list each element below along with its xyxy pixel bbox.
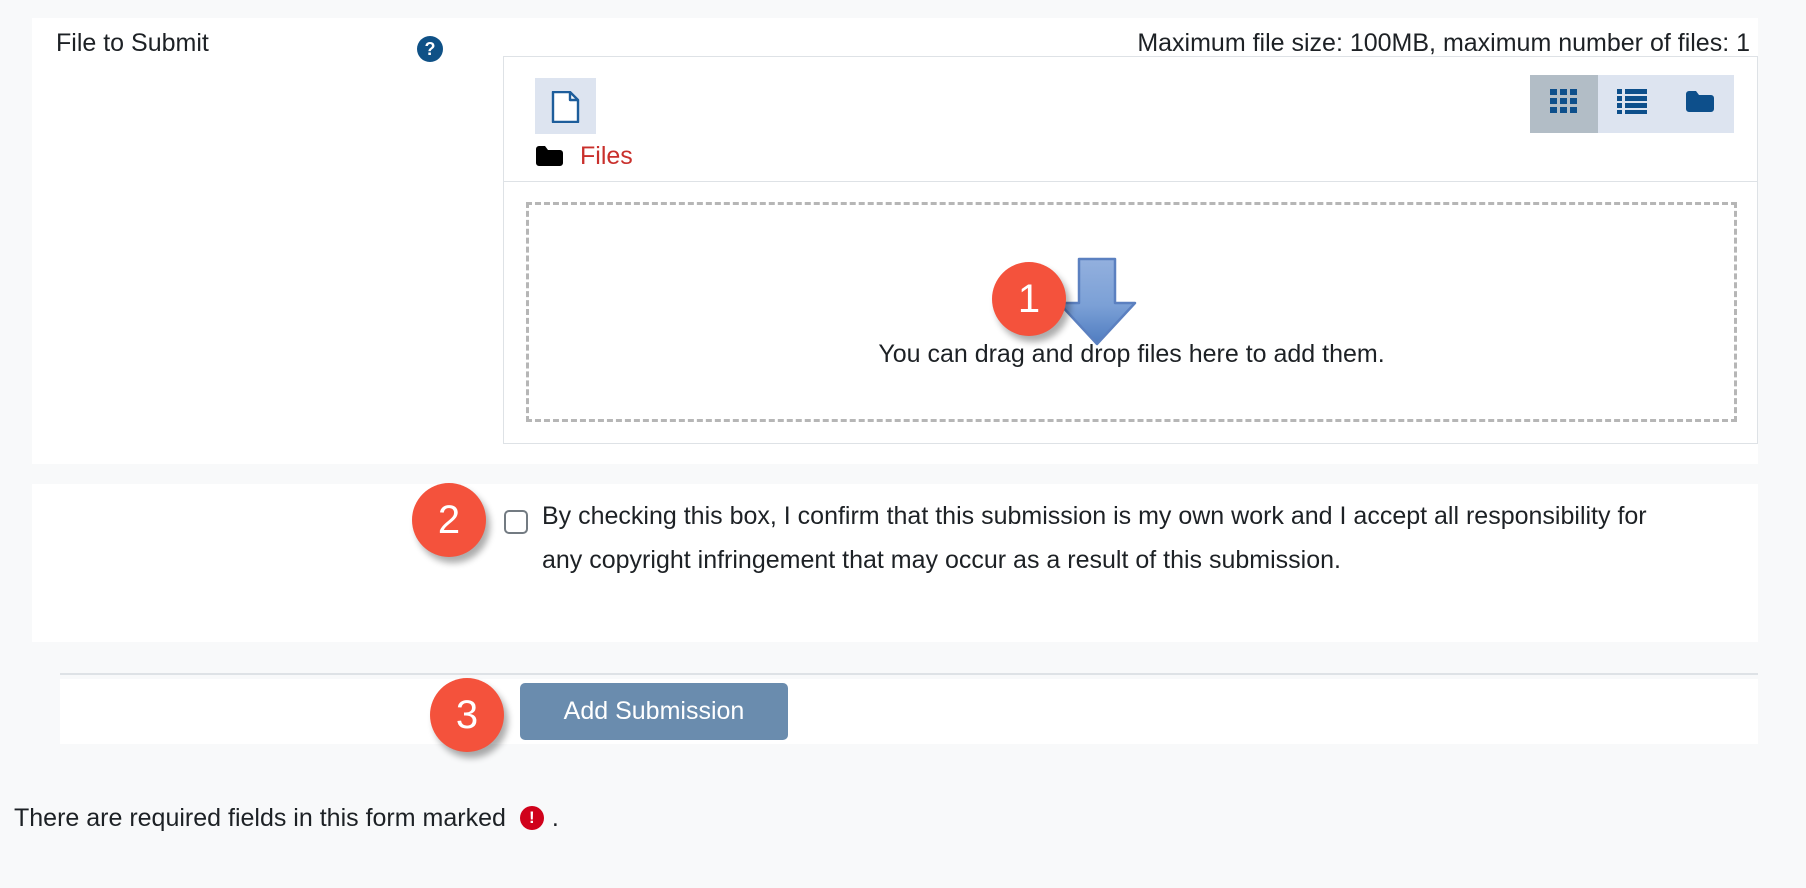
add-file-button[interactable] [535,78,596,134]
exclamation-circle-icon: ! [519,806,544,830]
file-picker: Files You can drag and drop files here t… [503,56,1758,444]
file-picker-breadcrumb: Files [535,141,633,171]
form-divider [60,673,1758,675]
folder-tree-view-button[interactable] [1666,75,1734,133]
breadcrumb-item-files[interactable]: Files [580,141,633,171]
submission-statement-row: By checking this box, I confirm that thi… [32,484,1758,642]
folder-icon [535,145,564,168]
submission-statement-text: By checking this box, I confirm that thi… [542,502,1647,574]
file-to-submit-row: File to Submit ? Maximum file size: 100M… [32,18,1758,464]
form-actions-row: Add Submission [60,679,1758,744]
add-submission-button[interactable]: Add Submission [520,683,788,740]
grid-view-icon [1550,89,1578,119]
step-badge-2: 2 [412,483,486,557]
list-view-button[interactable] [1598,75,1666,133]
grid-view-button[interactable] [1530,75,1598,133]
required-fields-text: There are required fields in this form m… [14,804,506,832]
help-circle-icon[interactable]: ? [417,36,443,62]
submission-statement-checkbox[interactable] [504,510,528,534]
field-label-file-to-submit: File to Submit [56,29,209,57]
list-view-icon [1617,89,1647,119]
down-arrow-icon [1055,256,1139,348]
file-picker-toolbar [504,57,1757,182]
max-file-size-info: Maximum file size: 100MB, maximum number… [1137,29,1750,57]
step-badge-1: 1 [992,262,1066,336]
required-fields-note: There are required fields in this form m… [14,803,559,833]
required-fields-period: . [551,804,559,832]
step-badge-3: 3 [430,678,504,752]
view-toggle-group [1530,75,1734,133]
assignment-submission-form: File to Submit ? Maximum file size: 100M… [0,0,1806,888]
folder-tree-icon [1684,89,1716,119]
